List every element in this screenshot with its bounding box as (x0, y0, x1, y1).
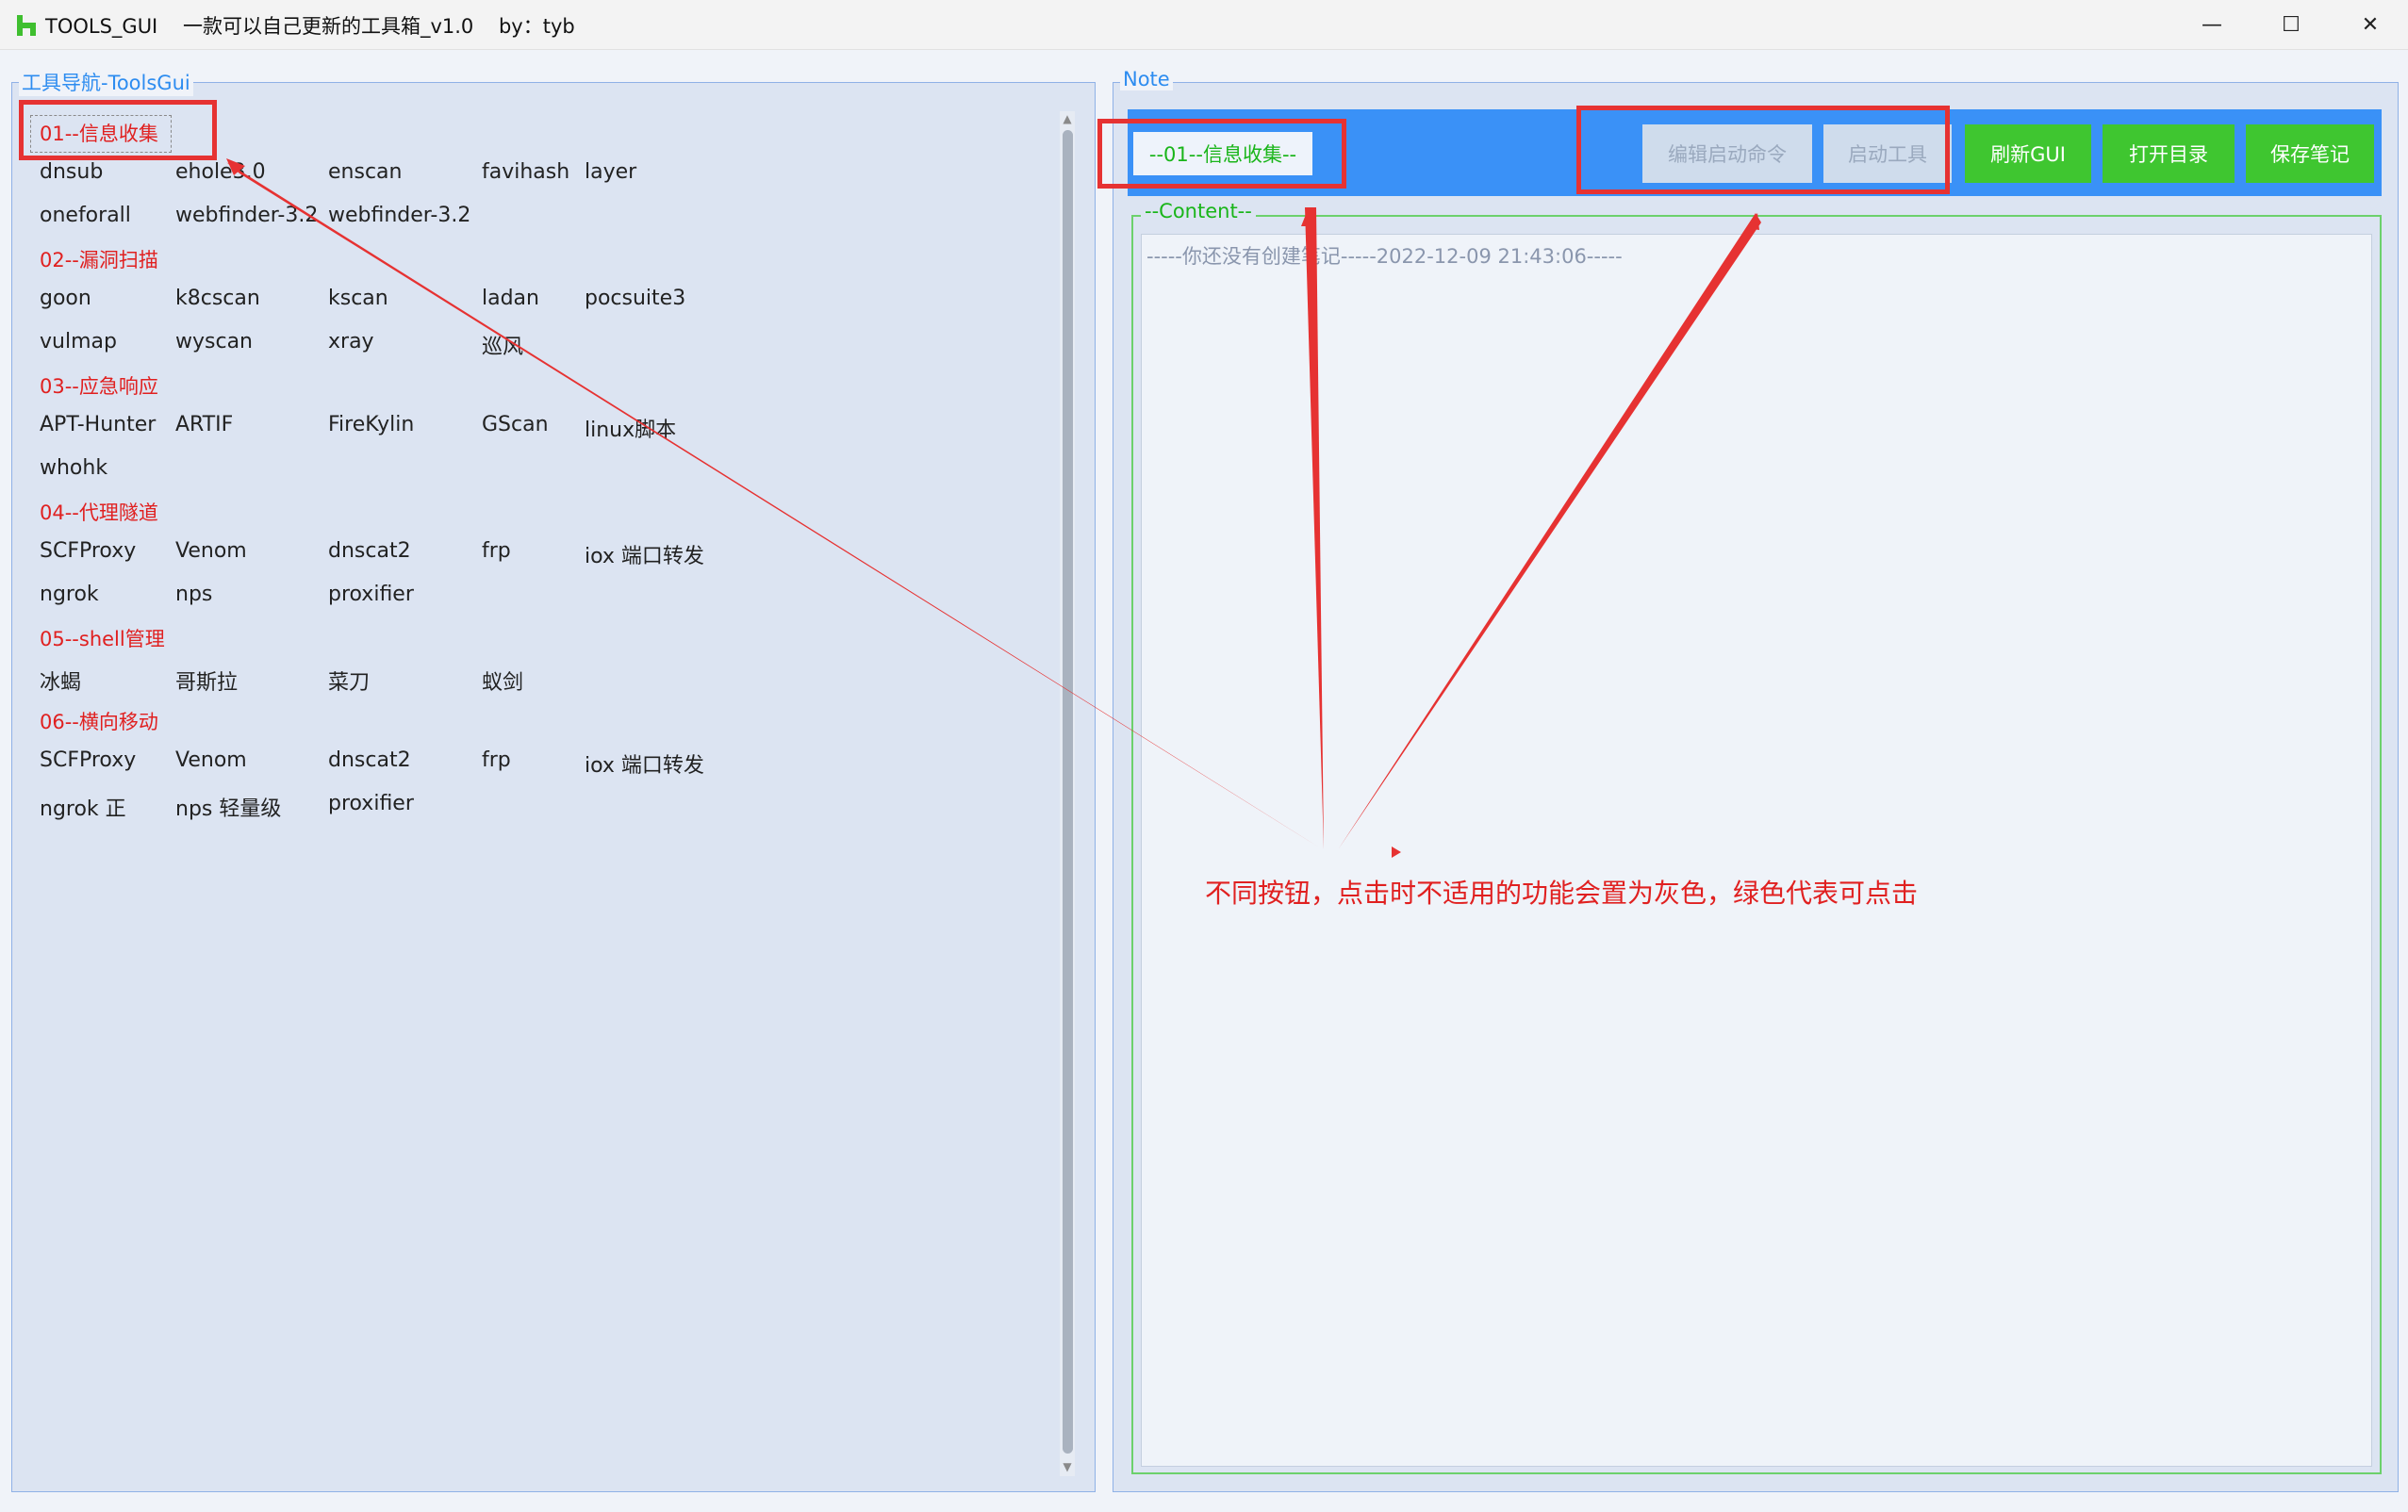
annotation-text: 不同按钮，点击时不适用的功能会置为灰色，绿色代表可点击 (1205, 878, 1919, 909)
arrow-tip-buttons (1746, 213, 1759, 230)
arrow-to-buttons (1339, 213, 1761, 848)
small-marker (1392, 846, 1401, 858)
annotation-arrows (226, 158, 1761, 858)
arrow-to-note-label (1305, 207, 1324, 850)
arrow-to-category (226, 162, 1324, 850)
